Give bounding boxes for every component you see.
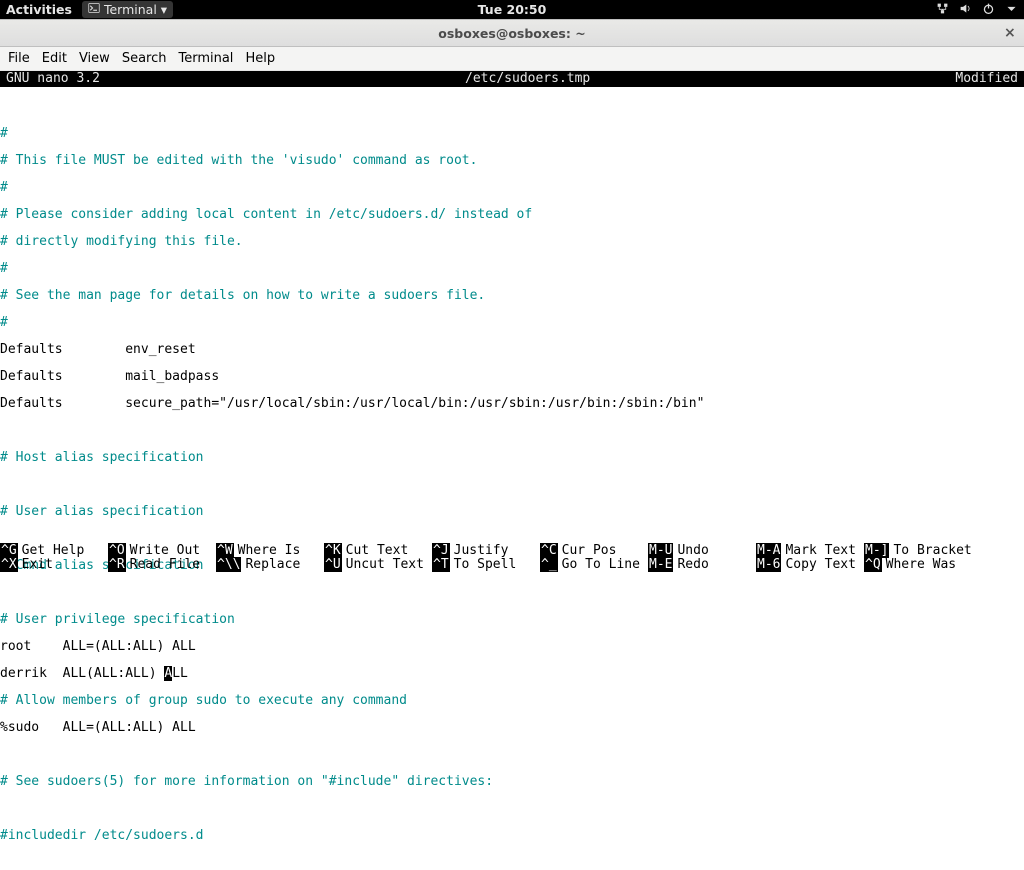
shortcut-key: M-6 — [756, 557, 781, 572]
nano-status: Modified — [955, 72, 1018, 86]
shortcut-key: ^W — [216, 543, 234, 558]
shortcut-key: M-U — [648, 543, 673, 558]
shortcut-label: To Bracket — [889, 543, 971, 558]
shortcut-key: ^R — [108, 557, 126, 572]
shortcut-label: Mark Text — [781, 543, 855, 558]
terminal-icon — [88, 2, 100, 17]
shortcut-key: M-] — [864, 543, 889, 558]
shortcut-key: ^\\ — [216, 557, 241, 572]
file-line: # — [0, 127, 1024, 141]
file-line: # This file MUST be edited with the 'vis… — [0, 154, 1024, 168]
shortcut-label: Get Help — [18, 543, 85, 558]
window-title: osboxes@osboxes: ~ — [438, 26, 585, 41]
shortcut-label: Read File — [126, 557, 200, 572]
gnome-top-bar: Activities Terminal ▾ Tue 20:50 — [0, 0, 1024, 19]
shortcut-key: ^O — [108, 543, 126, 558]
menu-terminal[interactable]: Terminal — [178, 51, 233, 66]
file-line: # — [0, 262, 1024, 276]
file-line: # User alias specification — [0, 505, 1024, 519]
menubar: File Edit View Search Terminal Help — [0, 47, 1024, 71]
nano-version: GNU nano 3.2 — [6, 72, 100, 86]
menu-help[interactable]: Help — [245, 51, 275, 66]
file-line: derrik ALL(ALL:ALL) ALL — [0, 667, 1024, 681]
shortcut-label: Cut Text — [342, 543, 409, 558]
file-line: # Please consider adding local content i… — [0, 208, 1024, 222]
shortcut-key: ^K — [324, 543, 342, 558]
file-line: # directly modifying this file. — [0, 235, 1024, 249]
shortcut-label: Cur Pos — [558, 543, 617, 558]
file-line: #includedir /etc/sudoers.d — [0, 829, 1024, 843]
shortcut-key: M-E — [648, 557, 673, 572]
nano-title-bar: GNU nano 3.2 /etc/sudoers.tmp Modified — [0, 71, 1024, 87]
shortcut-label: To Spell — [450, 557, 517, 572]
file-line: %sudo ALL=(ALL:ALL) ALL — [0, 721, 1024, 735]
shortcut-key: ^Q — [864, 557, 882, 572]
menu-view[interactable]: View — [79, 51, 110, 66]
nano-filename: /etc/sudoers.tmp — [100, 72, 955, 86]
nano-editor[interactable]: GNU nano 3.2 /etc/sudoers.tmp Modified #… — [0, 71, 1024, 870]
file-line: # See the man page for details on how to… — [0, 289, 1024, 303]
file-line: Defaults mail_badpass — [0, 370, 1024, 384]
file-line: # See sudoers(5) for more information on… — [0, 775, 1024, 789]
chevron-down-icon[interactable] — [1005, 2, 1018, 18]
power-icon[interactable] — [982, 2, 995, 18]
close-icon[interactable]: × — [1004, 26, 1018, 40]
shortcut-key: ^_ — [540, 557, 558, 572]
volume-icon[interactable] — [959, 2, 972, 18]
menu-file[interactable]: File — [8, 51, 30, 66]
shortcut-label: Justify — [450, 543, 509, 558]
file-line: # Allow members of group sudo to execute… — [0, 694, 1024, 708]
shortcut-label: Where Was — [882, 557, 956, 572]
nano-shortcut-bar: ^GGet Help ^OWrite Out ^WWhere Is ^KCut … — [0, 544, 1024, 572]
file-line: # User privilege specification — [0, 613, 1024, 627]
shortcut-key: ^T — [432, 557, 450, 572]
shortcut-label: Write Out — [126, 543, 200, 558]
file-line: # — [0, 181, 1024, 195]
app-menu-label: Terminal ▾ — [104, 2, 167, 17]
shortcut-label: Copy Text — [781, 557, 855, 572]
shortcut-label: Exit — [18, 557, 53, 572]
app-menu[interactable]: Terminal ▾ — [82, 1, 173, 18]
shortcut-label: Undo — [673, 543, 708, 558]
menu-edit[interactable]: Edit — [42, 51, 67, 66]
window-titlebar: osboxes@osboxes: ~ × — [0, 19, 1024, 47]
shortcut-label: Uncut Text — [342, 557, 424, 572]
file-line: root ALL=(ALL:ALL) ALL — [0, 640, 1024, 654]
shortcut-key: ^G — [0, 543, 18, 558]
menu-search[interactable]: Search — [122, 51, 167, 66]
file-line: Defaults env_reset — [0, 343, 1024, 357]
shortcut-key: M-A — [756, 543, 781, 558]
shortcut-key: ^J — [432, 543, 450, 558]
network-icon[interactable] — [936, 2, 949, 18]
shortcut-label: Where Is — [234, 543, 301, 558]
editor-content[interactable]: # # This file MUST be edited with the 'v… — [0, 87, 1024, 870]
shortcut-label: Replace — [241, 557, 300, 572]
shortcut-label: Redo — [673, 557, 708, 572]
file-line: # Host alias specification — [0, 451, 1024, 465]
shortcut-label: Go To Line — [558, 557, 640, 572]
shortcut-key: ^X — [0, 557, 18, 572]
shortcut-key: ^C — [540, 543, 558, 558]
activities-button[interactable]: Activities — [6, 2, 72, 17]
cursor: A — [164, 666, 172, 681]
shortcut-key: ^U — [324, 557, 342, 572]
file-line: # — [0, 316, 1024, 330]
file-line: Defaults secure_path="/usr/local/sbin:/u… — [0, 397, 1024, 411]
